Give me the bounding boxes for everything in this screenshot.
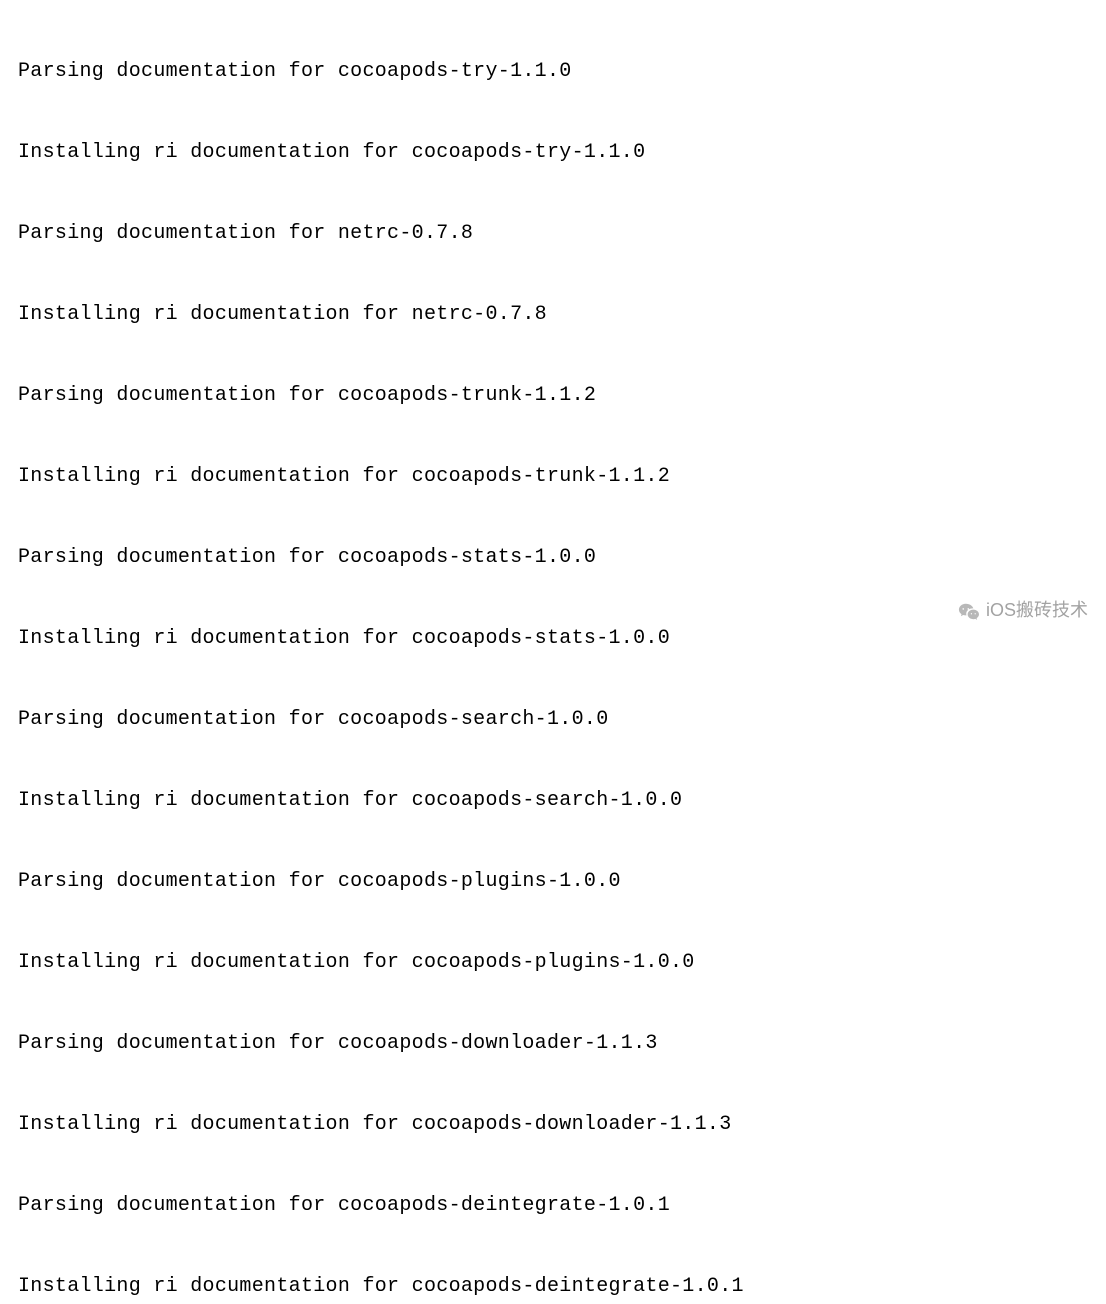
- terminal-line: Parsing documentation for cocoapods-stat…: [18, 544, 1088, 571]
- watermark-text: iOS搬砖技术: [986, 597, 1088, 624]
- terminal-line: Installing ri documentation for cocoapod…: [18, 463, 1088, 490]
- terminal-line: Parsing documentation for cocoapods-plug…: [18, 868, 1088, 895]
- terminal-line: Parsing documentation for cocoapods-sear…: [18, 706, 1088, 733]
- terminal-line: Installing ri documentation for cocoapod…: [18, 1273, 1088, 1300]
- terminal-line: Parsing documentation for cocoapods-down…: [18, 1030, 1088, 1057]
- terminal-line: Installing ri documentation for cocoapod…: [18, 949, 1088, 976]
- terminal-line: Installing ri documentation for cocoapod…: [18, 625, 1088, 652]
- terminal-line: Parsing documentation for cocoapods-try-…: [18, 58, 1088, 85]
- wechat-icon: [958, 602, 980, 620]
- terminal-line: Parsing documentation for netrc-0.7.8: [18, 220, 1088, 247]
- watermark: iOS搬砖技术: [958, 597, 1088, 624]
- terminal-line: Installing ri documentation for cocoapod…: [18, 139, 1088, 166]
- terminal-line: Parsing documentation for cocoapods-trun…: [18, 382, 1088, 409]
- terminal-line: Installing ri documentation for cocoapod…: [18, 1111, 1088, 1138]
- terminal-line: Installing ri documentation for cocoapod…: [18, 787, 1088, 814]
- terminal-line: Parsing documentation for cocoapods-dein…: [18, 1192, 1088, 1219]
- terminal-output[interactable]: Parsing documentation for cocoapods-try-…: [18, 4, 1088, 1304]
- terminal-line: Installing ri documentation for netrc-0.…: [18, 301, 1088, 328]
